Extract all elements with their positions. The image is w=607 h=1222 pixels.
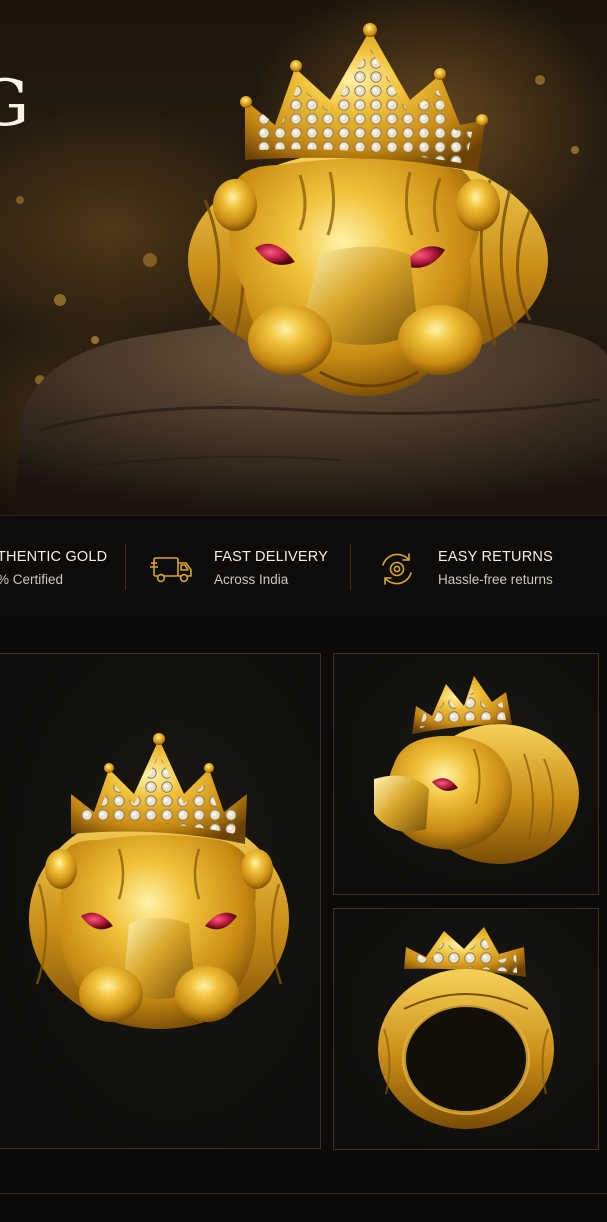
hero-banner: G (0, 0, 607, 515)
feature-title: FAST DELIVERY (214, 549, 329, 565)
gallery-back-image[interactable] (333, 908, 599, 1150)
ring-side-view (374, 676, 579, 864)
delivery-truck-icon (150, 557, 192, 583)
product-gallery (0, 617, 607, 1222)
ring-front-view (29, 733, 289, 1029)
feature-fast-delivery: FAST DELIVERY Across India (126, 516, 350, 618)
feature-subtitle: Across India (214, 572, 289, 587)
feature-subtitle: % Certified (0, 572, 64, 587)
features-bar: THENTIC GOLD % Certified FAST DELIVERY A… (0, 515, 607, 619)
ring-back-view (378, 927, 554, 1129)
section-divider (0, 1193, 607, 1194)
returns-cycle-icon (382, 553, 412, 585)
feature-authentic-gold: THENTIC GOLD % Certified (0, 516, 125, 618)
gallery-front-image[interactable] (0, 653, 321, 1149)
hero-ring-image (15, 23, 607, 515)
gallery-side-image[interactable] (333, 653, 599, 895)
feature-title: EASY RETURNS (438, 549, 553, 565)
feature-easy-returns: EASY RETURNS Hassle-free returns (351, 516, 607, 618)
feature-subtitle: Hassle-free returns (438, 572, 553, 587)
feature-title: THENTIC GOLD (0, 549, 108, 565)
